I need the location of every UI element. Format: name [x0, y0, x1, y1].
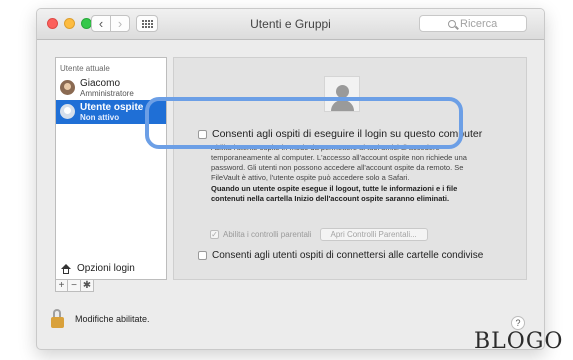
- users-groups-window: ‹ › Utenti e Gruppi Ricerca Utente attua…: [36, 8, 545, 350]
- users-sidebar: Utente attuale Giacomo Amministratore Ut…: [55, 57, 167, 280]
- help-button[interactable]: ?: [511, 316, 525, 330]
- guest-description-text: Abilita l'utente ospite in modo da perme…: [211, 143, 467, 182]
- user-avatar: [60, 80, 75, 95]
- title-bar: ‹ › Utenti e Gruppi Ricerca: [37, 9, 544, 40]
- open-parental-controls-button[interactable]: Apri Controlli Parentali...: [319, 228, 428, 241]
- add-user-button[interactable]: +: [55, 279, 68, 292]
- guest-avatar: [60, 104, 75, 119]
- guest-logout-warning: Quando un utente ospite esegue il logout…: [211, 184, 458, 203]
- current-user-label: Utente attuale: [60, 64, 110, 73]
- lock-area[interactable]: Modifiche abilitate.: [51, 309, 150, 329]
- shared-folders-checkbox[interactable]: [198, 250, 207, 260]
- login-options-item[interactable]: Opzioni login: [60, 263, 135, 274]
- remove-user-button[interactable]: −: [68, 279, 81, 292]
- guest-settings-pane: Consenti agli ospiti di eseguire il logi…: [173, 57, 527, 280]
- lock-status-label: Modifiche abilitate.: [75, 314, 150, 324]
- user-name: Utente ospite: [80, 102, 144, 113]
- user-role: Non attivo: [80, 113, 120, 122]
- search-icon: [448, 19, 456, 28]
- gear-icon[interactable]: ✱: [81, 279, 94, 292]
- search-placeholder: Ricerca: [460, 17, 498, 30]
- shared-folders-label: Consenti agli utenti ospiti di connetter…: [212, 250, 484, 261]
- guest-description: Abilita l'utente ospite in modo da perme…: [211, 143, 471, 204]
- search-field[interactable]: Ricerca: [419, 15, 527, 32]
- user-name: Giacomo: [80, 78, 121, 89]
- user-row-giacomo[interactable]: Giacomo Amministratore: [56, 76, 166, 100]
- lock-icon[interactable]: [51, 309, 65, 329]
- highlight-ring: [145, 97, 463, 149]
- parental-controls-checkbox[interactable]: ✓: [210, 230, 219, 239]
- user-role: Amministratore: [80, 89, 134, 98]
- login-options-label: Opzioni login: [77, 263, 135, 274]
- sidebar-toolbar: + − ✱: [55, 279, 115, 292]
- shared-folders-option[interactable]: Consenti agli utenti ospiti di connetter…: [198, 250, 483, 261]
- parental-controls-option: ✓ Abilita i controlli parentali Apri Con…: [210, 228, 428, 241]
- parental-controls-label: Abilita i controlli parentali: [223, 230, 312, 239]
- home-icon: [60, 263, 72, 274]
- watermark-logo: BLOGO: [474, 329, 564, 354]
